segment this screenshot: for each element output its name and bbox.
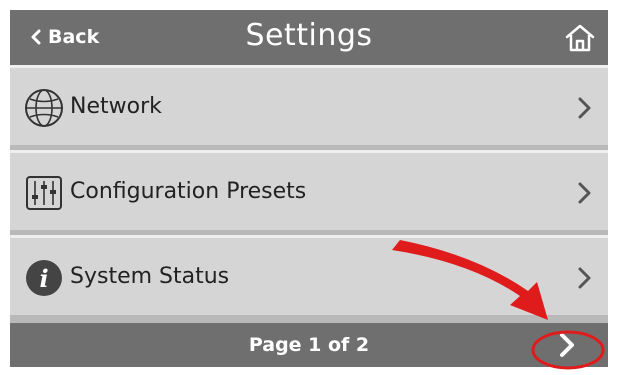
menu-item-configuration-presets[interactable]: Configuration Presets [10,150,608,230]
settings-screen: Back Settings Network Configuration Pres… [10,10,608,367]
chevron-right-icon [578,182,591,204]
menu-item-label: Network [70,94,162,119]
home-icon [565,24,595,52]
chevron-right-icon [578,267,591,289]
home-button[interactable] [564,22,596,54]
globe-icon [25,89,63,127]
next-page-button[interactable] [552,330,582,360]
menu-item-network[interactable]: Network [10,65,608,145]
sliders-icon [26,176,62,210]
page-title: Settings [245,18,373,53]
menu-item-label: Configuration Presets [70,179,307,204]
chevron-right-icon [578,97,591,119]
info-icon: i [26,260,62,296]
menu-item-label: System Status [70,264,230,289]
menu-item-system-status[interactable]: i System Status [10,235,608,315]
header-bar: Back Settings [10,10,608,65]
svg-text:i: i [39,264,48,293]
page-indicator: Page 1 of 2 [248,334,370,356]
chevron-right-icon [560,333,574,357]
footer-bar: Page 1 of 2 [10,323,608,367]
